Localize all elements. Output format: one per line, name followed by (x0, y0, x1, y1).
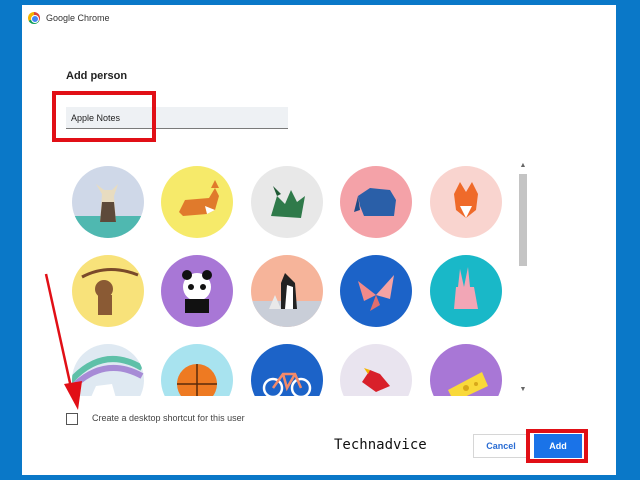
penguin-icon (251, 255, 323, 327)
cheese-icon (430, 344, 502, 396)
cancel-button[interactable]: Cancel (473, 434, 529, 458)
chrome-logo-icon (28, 12, 40, 24)
avatar-penguin[interactable] (251, 255, 323, 327)
elephant-icon (340, 166, 412, 238)
avatar-cat[interactable] (72, 166, 144, 238)
corgi-icon (161, 166, 233, 238)
scroll-up-icon[interactable]: ▲ (516, 160, 530, 172)
fox-icon (430, 166, 502, 238)
name-field-highlight (52, 91, 156, 142)
dialog-heading: Add person (66, 70, 128, 82)
dragon-icon (251, 166, 323, 238)
desktop-shortcut-label: Create a desktop shortcut for this user (92, 413, 245, 423)
avatar-fox[interactable] (430, 166, 502, 238)
title-bar: Google Chrome (22, 5, 616, 31)
watermark-text: Technadvice (334, 437, 427, 453)
avatar-butterfly[interactable] (340, 255, 412, 327)
avatar-scrollbar[interactable]: ▲ ▼ (516, 160, 530, 396)
avatar-monkey[interactable] (72, 255, 144, 327)
add-button-highlight (526, 429, 588, 463)
avatar-dragon[interactable] (251, 166, 323, 238)
avatar-unicorn[interactable] (72, 344, 144, 396)
desktop-shortcut-checkbox[interactable] (66, 413, 78, 425)
bicycle-icon (251, 344, 323, 396)
panda-icon (161, 255, 233, 327)
window-title: Google Chrome (46, 13, 110, 23)
avatar-panda[interactable] (161, 255, 233, 327)
rabbit-icon (430, 255, 502, 327)
avatar-bird[interactable] (340, 344, 412, 396)
avatar-bicycle[interactable] (251, 344, 323, 396)
avatar-basketball[interactable] (161, 344, 233, 396)
cat-icon (72, 166, 144, 238)
basketball-icon (161, 344, 233, 396)
unicorn-icon (72, 344, 144, 396)
butterfly-icon (340, 255, 412, 327)
avatar-cheese[interactable] (430, 344, 502, 396)
avatar-elephant[interactable] (340, 166, 412, 238)
avatar-rabbit[interactable] (430, 255, 502, 327)
avatar-grid (68, 160, 518, 396)
monkey-icon (72, 255, 144, 327)
bird-icon (340, 344, 412, 396)
scroll-down-icon[interactable]: ▼ (516, 384, 530, 396)
scroll-thumb[interactable] (519, 174, 527, 266)
avatar-corgi[interactable] (161, 166, 233, 238)
